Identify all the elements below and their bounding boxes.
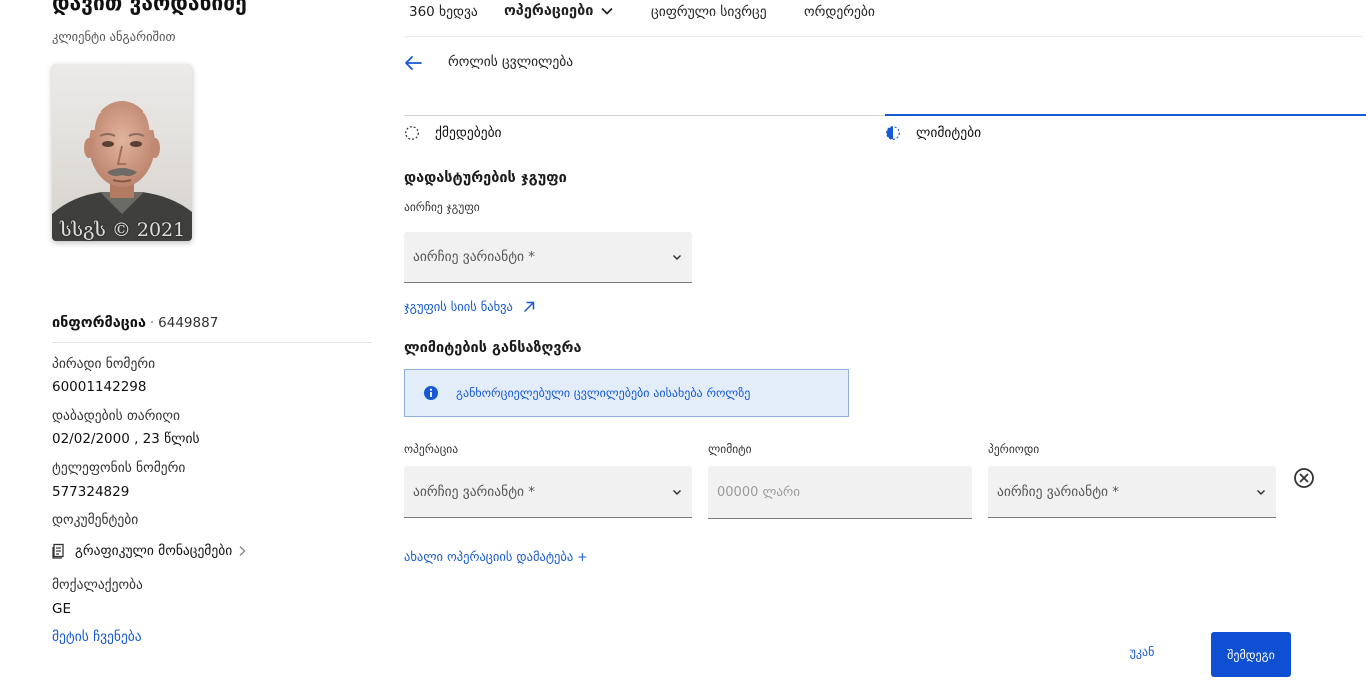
chevron-down-icon: [671, 486, 683, 498]
add-operation-link[interactable]: ახალი ოპერაციის დამატება +: [404, 549, 588, 564]
nav-item-digital-space[interactable]: ციფრული სივრცე: [651, 4, 767, 20]
info-banner-text: განხორციელებული ცვლილებები აისახება როლზ…: [456, 386, 751, 400]
citizenship-value: GE: [52, 601, 71, 617]
nav-label: 360 ხედვა: [409, 4, 478, 20]
birth-date-value: 02/02/2000 , 23 წლის: [52, 431, 200, 447]
nav-item-orders[interactable]: ორდერები: [804, 4, 875, 20]
info-icon: [423, 385, 439, 401]
info-title: ინფორმაცია: [52, 315, 147, 331]
personal-number-label: პირადი ნომერი: [52, 356, 156, 372]
top-navigation: 360 ხედვა ოპერაციები ციფრული სივრცე ორდე…: [404, 0, 1362, 37]
graphic-data-link[interactable]: გრაფიკული მონაცემები: [52, 541, 246, 561]
documents-label: დოკუმენტები: [52, 512, 139, 528]
birth-date-label: დაბადების თარიღი: [52, 408, 180, 424]
client-portrait-image: [52, 64, 192, 241]
graphic-data-label: გრაფიკული მონაცემები: [75, 543, 233, 559]
nav-label: ოპერაციები: [504, 3, 594, 19]
chevron-down-icon: [671, 251, 683, 263]
step-actions[interactable]: ქმედებები: [404, 125, 502, 141]
arrow-up-right-icon: [522, 300, 536, 314]
limit-input[interactable]: [717, 484, 963, 500]
personal-number-value: 60001142298: [52, 379, 147, 395]
info-header: ინფორმაცია · 6449887: [52, 312, 372, 343]
view-group-list-label: ჯგუფის სიის ნახვა: [404, 299, 513, 314]
dashed-circle-icon: [404, 125, 420, 141]
approval-group-title: დადასტურების ჯგუფი: [404, 170, 567, 186]
select-placeholder: აირჩიე ვარიანტი *: [413, 249, 536, 265]
back-button[interactable]: უკან: [1118, 645, 1166, 659]
show-more-link[interactable]: მეტის ჩვენება: [52, 629, 142, 645]
approval-group-select[interactable]: აირჩიე ვარიანტი *: [404, 232, 692, 283]
client-name: დავით ვარდანიძე: [52, 0, 247, 15]
half-circle-icon: [885, 125, 901, 141]
nav-label: ციფრული სივრცე: [651, 4, 767, 20]
back-arrow-icon[interactable]: [403, 53, 423, 73]
client-id: 6449887: [158, 315, 219, 331]
chevron-right-icon: [238, 545, 246, 557]
period-column-label: პერიოდი: [988, 442, 1040, 456]
step-actions-label: ქმედებები: [435, 125, 502, 141]
period-select[interactable]: აირჩიე ვარიანტი *: [988, 466, 1276, 518]
limits-title: ლიმიტების განსაზღვრა: [404, 340, 582, 356]
limit-field: [708, 466, 972, 519]
step-limits-label: ლიმიტები: [916, 125, 982, 141]
info-separator: ·: [150, 316, 155, 331]
next-button[interactable]: შემდეგი: [1211, 632, 1291, 677]
citizenship-label: მოქალაქეობა: [52, 577, 143, 593]
page-title: როლის ცვლილება: [448, 54, 574, 70]
operation-select[interactable]: აირჩიე ვარიანტი *: [404, 466, 692, 518]
operation-column-label: ოპერაცია: [404, 442, 459, 456]
select-placeholder: აირჩიე ვარიანტი *: [413, 483, 536, 500]
step-progress-active: [885, 114, 1366, 116]
step-progress-pending: [404, 115, 885, 116]
phone-number-label: ტელეფონის ნომერი: [52, 460, 186, 476]
chevron-down-icon: [601, 7, 614, 15]
photo-watermark: სსგს © 2021: [60, 219, 186, 241]
document-icon: [52, 543, 66, 559]
info-banner: განხორციელებული ცვლილებები აისახება როლზ…: [404, 369, 849, 417]
client-photo: სსგს © 2021: [52, 64, 192, 241]
select-placeholder: აირჩიე ვარიანტი *: [997, 483, 1120, 500]
remove-row-icon[interactable]: [1293, 467, 1315, 489]
step-limits[interactable]: ლიმიტები: [885, 125, 981, 141]
nav-item-operations[interactable]: ოპერაციები: [504, 3, 614, 19]
phone-number-value: 577324829: [52, 484, 130, 500]
nav-label: ორდერები: [804, 4, 875, 20]
view-group-list-link[interactable]: ჯგუფის სიის ნახვა: [404, 299, 536, 314]
approval-group-label: აირჩიე ჯგუფი: [404, 200, 480, 214]
chevron-down-icon: [1255, 486, 1267, 498]
nav-item-360-view[interactable]: 360 ხედვა: [409, 4, 478, 20]
client-account-type: კლიენტი ანგარიშით: [52, 29, 176, 44]
limit-column-label: ლიმიტი: [708, 442, 752, 456]
